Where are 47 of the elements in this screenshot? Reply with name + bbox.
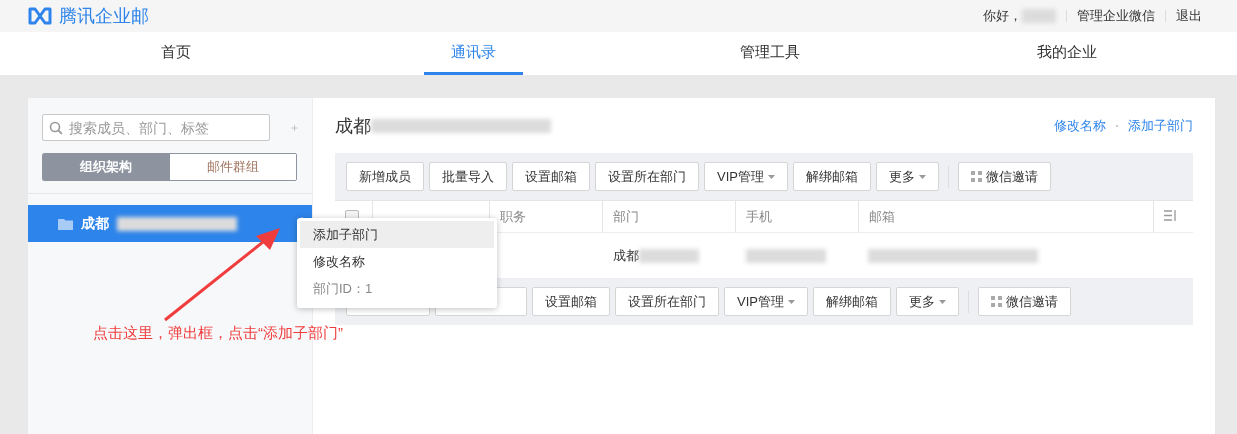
folder-icon xyxy=(58,217,73,230)
toolbar-button[interactable]: VIP管理 xyxy=(704,162,788,191)
table-cell: 成都 xyxy=(612,247,639,263)
menu-info-text: 部门ID：1 xyxy=(313,279,373,298)
toolbar-button[interactable]: 微信邀请 xyxy=(977,287,1071,316)
column-header: 部门 xyxy=(613,208,640,224)
caret-icon xyxy=(918,174,926,179)
greeting: 你好， xyxy=(983,7,1022,25)
toolbar-button[interactable]: 设置邮箱 xyxy=(532,287,610,316)
annotation-text: 点击这里，弹出框，点击“添加子部门” xyxy=(93,324,343,343)
toolbar-button[interactable]: 新增成员 xyxy=(346,162,424,191)
menu-item[interactable]: 修改名称 xyxy=(300,248,494,275)
column-header: 职务 xyxy=(500,208,527,224)
grid-icon xyxy=(970,171,982,182)
segment-tab[interactable]: 邮件群组 xyxy=(169,154,296,180)
search-field[interactable]: 搜索成员、部门、标签 xyxy=(42,114,270,141)
nav-tab[interactable]: 通讯录 xyxy=(423,32,523,75)
header-link[interactable]: 退出 xyxy=(1176,7,1202,25)
nav-tab[interactable]: 我的企业 xyxy=(1009,32,1124,75)
nav-tab[interactable]: 管理工具 xyxy=(712,32,827,75)
toolbar-button[interactable]: 解绑邮箱 xyxy=(792,162,871,191)
toolbar-button[interactable]: 更多 xyxy=(875,162,939,191)
header-action-link[interactable]: 添加子部门 xyxy=(1128,116,1193,135)
department-title: 成都 xyxy=(335,114,371,138)
header-action-link[interactable]: 修改名称 xyxy=(1054,116,1106,135)
header-link[interactable]: 管理企业微信 xyxy=(1077,7,1155,25)
column-header: 邮箱 xyxy=(868,208,895,224)
toolbar-button[interactable]: 更多 xyxy=(895,287,959,316)
toolbar-button[interactable]: 设置所在部门 xyxy=(595,162,699,191)
caret-icon xyxy=(767,174,775,179)
toolbar-button[interactable]: VIP管理 xyxy=(724,287,808,316)
grid-icon xyxy=(990,296,1002,307)
blurred-text xyxy=(638,249,699,264)
tree-item[interactable]: 成都 xyxy=(28,205,312,242)
toolbar-button[interactable]: 微信邀请 xyxy=(957,162,1051,191)
caret-icon xyxy=(938,299,946,304)
toolbar-button[interactable]: 设置所在部门 xyxy=(615,287,719,316)
toolbar-button[interactable]: 设置邮箱 xyxy=(512,162,590,191)
toolbar-button[interactable]: 批量导入 xyxy=(429,162,507,191)
caret-icon xyxy=(787,299,795,304)
column-header: 手机 xyxy=(746,208,773,224)
brand-name: 腾讯企业邮 xyxy=(59,5,149,28)
toolbar-button[interactable]: 解绑邮箱 xyxy=(812,287,891,316)
column-settings-icon[interactable] xyxy=(1164,210,1179,221)
logo-icon xyxy=(27,7,53,25)
menu-item[interactable]: 添加子部门 xyxy=(300,221,494,248)
nav-tab[interactable]: 首页 xyxy=(134,32,219,75)
